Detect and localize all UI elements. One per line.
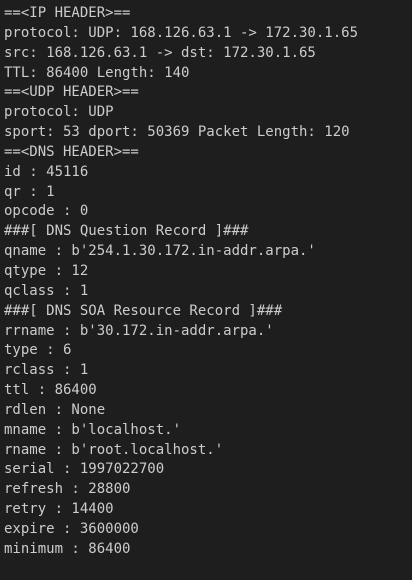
soa-record-title: ###[ DNS SOA Resource Record ]### — [4, 302, 283, 319]
rdlen-line: rdlen : None — [4, 401, 106, 418]
ip-protocol-line: protocol: UDP: 168.126.63.1 -> 172.30.1.… — [4, 24, 359, 41]
udp-header-title: ==<UDP HEADER>== — [4, 84, 139, 101]
qtype-line: qtype : 12 — [4, 262, 89, 279]
rclass-line: rclass : 1 — [4, 362, 89, 379]
udp-ports-line: sport: 53 dport: 50369 Packet Length: 12… — [4, 124, 350, 141]
dns-header-title: ==<DNS HEADER>== — [4, 143, 139, 160]
rrname-line: rrname : b'30.172.in-addr.arpa.' — [4, 322, 274, 339]
dns-opcode-line: opcode : 0 — [4, 203, 89, 220]
question-record-title: ###[ DNS Question Record ]### — [4, 223, 249, 240]
serial-line: serial : 1997022700 — [4, 461, 165, 478]
expire-line: expire : 3600000 — [4, 520, 139, 537]
terminal-output: ==<IP HEADER>== protocol: UDP: 168.126.6… — [0, 0, 412, 580]
udp-protocol-line: protocol: UDP — [4, 104, 114, 121]
mname-line: mname : b'localhost.' — [4, 421, 182, 438]
minimum-line: minimum : 86400 — [4, 540, 131, 557]
ttl-line: ttl : 86400 — [4, 382, 97, 399]
qname-line: qname : b'254.1.30.172.in-addr.arpa.' — [4, 243, 316, 260]
ip-ttl-length-line: TTL: 86400 Length: 140 — [4, 64, 190, 81]
dns-qr-line: qr : 1 — [4, 183, 55, 200]
refresh-line: refresh : 28800 — [4, 481, 131, 498]
type-line: type : 6 — [4, 342, 72, 359]
rname-line: rname : b'root.localhost.' — [4, 441, 224, 458]
ip-header-title: ==<IP HEADER>== — [4, 5, 131, 21]
dns-id-line: id : 45116 — [4, 163, 89, 180]
retry-line: retry : 14400 — [4, 501, 114, 518]
qclass-line: qclass : 1 — [4, 282, 89, 299]
ip-src-dst-line: src: 168.126.63.1 -> dst: 172.30.1.65 — [4, 44, 316, 61]
